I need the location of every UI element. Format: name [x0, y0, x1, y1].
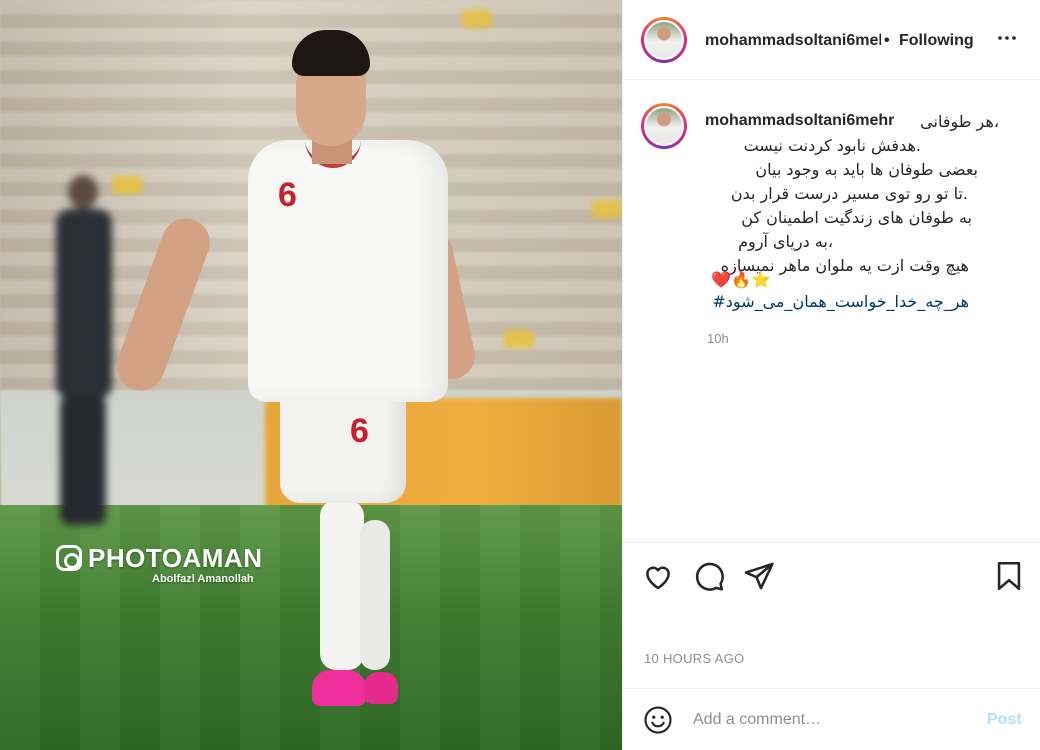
caption-line: به طوفان های زندگیت اطمینان کن [741, 208, 972, 227]
caption-username[interactable]: mohammadsoltani6mehr [705, 112, 894, 130]
player-leg [320, 500, 364, 670]
shorts-number: 6 [350, 412, 369, 450]
instagram-logo-icon [56, 545, 82, 571]
football-player: 6 6 [109, 30, 490, 720]
caption-hashtag-link[interactable]: #هر_چه_خدا_خواست_همان_می_شود [712, 292, 969, 311]
add-comment-input[interactable] [693, 703, 973, 737]
jersey-number: 6 [278, 176, 297, 214]
player-leg [360, 520, 390, 670]
caption-emojis: ❤️🔥⭐ [711, 270, 771, 289]
smiley-icon[interactable] [643, 705, 673, 735]
caption-line: به دریای آروم، [738, 232, 833, 251]
player-hair [292, 30, 370, 76]
stadium-seat [504, 330, 534, 348]
following-button[interactable]: Following [899, 32, 974, 50]
watermark-credit: Abolfazl Amanollah [152, 573, 254, 585]
caption-line: هر طوفانی، [920, 112, 999, 131]
separator-dot: • [884, 32, 890, 49]
heart-icon[interactable] [641, 559, 675, 593]
background-player [50, 175, 120, 535]
caption-line: تا تو رو توی مسیر درست قرار بدن. [730, 184, 968, 203]
post-photo[interactable]: 6 6 PHOTOAMAN Abolfazl Amanollah [0, 0, 622, 750]
comment-box: Post [623, 688, 1040, 750]
comment-icon[interactable] [692, 559, 726, 593]
instagram-post: 6 6 PHOTOAMAN Abolfazl Amanollah mohamma… [0, 0, 1040, 750]
player-shorts [280, 385, 406, 503]
bookmark-icon[interactable] [992, 559, 1026, 593]
post-time-ago[interactable]: 10 HOURS AGO [644, 651, 744, 666]
watermark-brand: PHOTOAMAN [88, 543, 263, 573]
post-sidebar: mohammadsoltani6mehr • Following mohamma… [622, 0, 1040, 750]
caption-timestamp[interactable]: 10h [707, 331, 729, 346]
stadium-seat [592, 200, 622, 218]
stadium-seat [462, 10, 492, 28]
share-icon[interactable] [742, 559, 776, 593]
author-avatar[interactable] [641, 17, 687, 63]
pink-boot [364, 672, 398, 704]
author-username[interactable]: mohammadsoltani6mehr [705, 32, 881, 50]
pink-boot [312, 670, 366, 706]
caption-line: هدفش نابود کردنت نیست. [743, 136, 921, 155]
more-options-icon[interactable] [995, 26, 1019, 56]
post-caption: mohammadsoltani6mehr هر طوفانی، هدفش ناب… [623, 80, 1040, 542]
post-comment-button[interactable]: Post [987, 711, 1022, 729]
post-actions: 10 HOURS AGO [623, 542, 1040, 692]
post-header: mohammadsoltani6mehr • Following [623, 0, 1040, 80]
caption-line: بعضی طوفان ها باید به وجود بیان [755, 160, 978, 179]
caption-avatar[interactable] [641, 103, 687, 149]
